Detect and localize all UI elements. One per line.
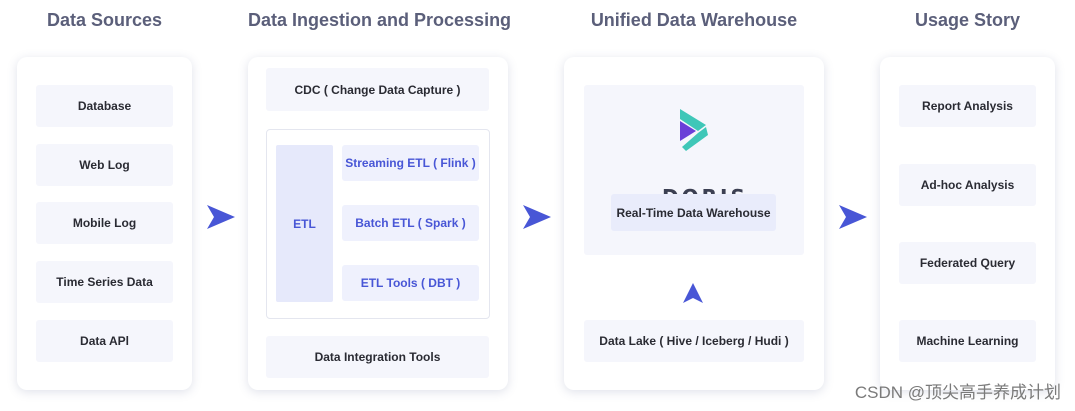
etl-tools-dbt: ETL Tools ( DBT ) — [342, 265, 479, 301]
heading-usage-story: Usage Story — [914, 10, 1021, 30]
flow-arrow-icon — [207, 205, 235, 229]
flow-arrow-icon — [839, 205, 867, 229]
data-integration-tools: Data Integration Tools — [266, 336, 489, 378]
heading-data-ingestion: Data Ingestion and Processing — [248, 10, 512, 30]
data-lake-box: Data Lake ( Hive / Iceberg / Hudi ) — [584, 320, 804, 362]
data-sources-panel: Database Web Log Mobile Log Time Series … — [17, 57, 192, 390]
usage-report-analysis: Report Analysis — [899, 85, 1036, 127]
etl-label: ETL — [276, 145, 333, 302]
usage-federated-query: Federated Query — [899, 242, 1036, 284]
usage-adhoc-analysis: Ad-hoc Analysis — [899, 164, 1036, 206]
warehouse-panel: DORIS Real-Time Data Warehouse Data Lake… — [564, 57, 824, 390]
ingestion-panel: CDC ( Change Data Capture ) ETL Streamin… — [248, 57, 508, 390]
source-database: Database — [36, 85, 173, 127]
source-web-log: Web Log — [36, 144, 173, 186]
usage-machine-learning: Machine Learning — [899, 320, 1036, 362]
doris-card: DORIS Real-Time Data Warehouse — [584, 85, 804, 255]
watermark-text: CSDN @顶尖高手养成计划 — [854, 383, 1061, 402]
heading-data-sources: Data Sources — [46, 10, 163, 30]
source-data-api: Data APl — [36, 320, 173, 362]
etl-streaming-flink: Streaming ETL ( Flink ) — [342, 145, 479, 181]
up-arrow-icon — [683, 283, 703, 303]
cdc-box: CDC ( Change Data Capture ) — [266, 68, 489, 111]
source-mobile-log: Mobile Log — [36, 202, 173, 244]
source-time-series-data: Time Series Data — [36, 261, 173, 303]
flow-arrow-icon — [523, 205, 551, 229]
doris-logo-icon — [680, 109, 708, 151]
etl-group: ETL Streaming ETL ( Flink ) Batch ETL ( … — [266, 129, 490, 319]
etl-batch-spark: Batch ETL ( Spark ) — [342, 205, 479, 241]
usage-panel: Report Analysis Ad-hoc Analysis Federate… — [880, 57, 1055, 390]
realtime-warehouse-box: Real-Time Data Warehouse — [611, 194, 776, 231]
heading-unified-warehouse: Unified Data Warehouse — [590, 10, 798, 30]
